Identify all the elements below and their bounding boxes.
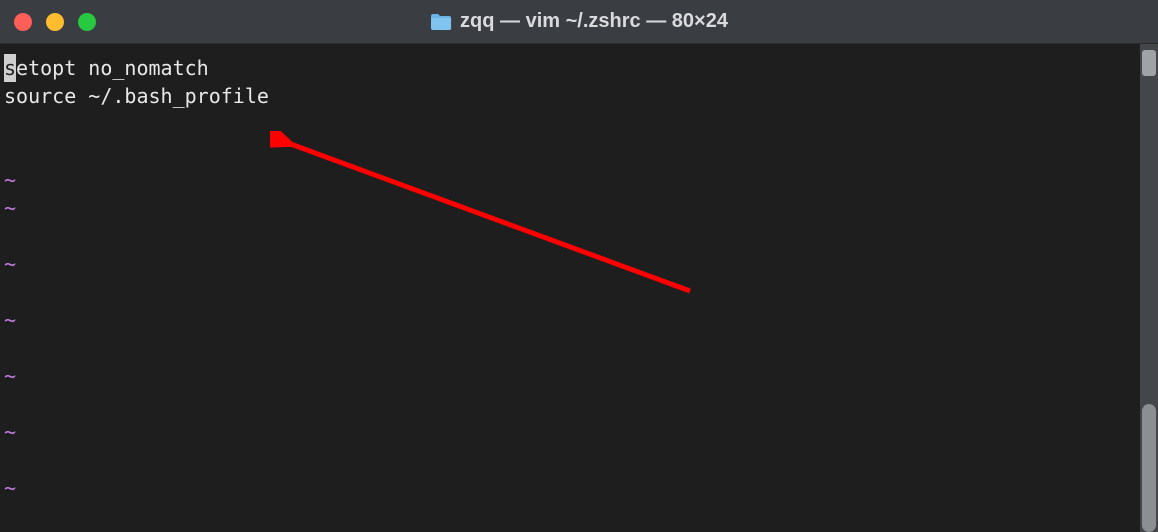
cursor-block: s [4, 54, 16, 82]
window-title: zqq — vim ~/.zshrc — 80×24 [430, 10, 728, 33]
vim-empty-tilde: ~ [4, 194, 1158, 222]
editor-empty-line [4, 110, 1158, 138]
editor-line-2: source ~/.bash_profile [4, 82, 1158, 110]
scrollbar-thumb[interactable] [1142, 404, 1156, 532]
folder-icon [430, 13, 452, 31]
maximize-window-button[interactable] [78, 13, 96, 31]
vim-empty-tilde: ~ [4, 362, 1158, 390]
traffic-lights [14, 13, 96, 31]
scrollbar-indicator-icon [1142, 50, 1156, 76]
editor-empty-line [4, 390, 1158, 418]
line1-text: etopt no_nomatch [16, 56, 209, 80]
vim-empty-tilde: ~ [4, 474, 1158, 502]
editor-empty-line [4, 278, 1158, 306]
editor-empty-line [4, 446, 1158, 474]
editor-empty-line [4, 222, 1158, 250]
editor-empty-line [4, 138, 1158, 166]
terminal-viewport[interactable]: setopt no_nomatch source ~/.bash_profile… [0, 44, 1158, 532]
minimize-window-button[interactable] [46, 13, 64, 31]
window-titlebar: zqq — vim ~/.zshrc — 80×24 [0, 0, 1158, 44]
editor-line-1: setopt no_nomatch [4, 54, 1158, 82]
vim-empty-tilde: ~ [4, 166, 1158, 194]
vim-empty-tilde: ~ [4, 418, 1158, 446]
line2-text: source ~/.bash_profile [4, 84, 269, 108]
window-title-text: zqq — vim ~/.zshrc — 80×24 [460, 10, 728, 33]
editor-empty-line [4, 334, 1158, 362]
vim-empty-tilde: ~ [4, 250, 1158, 278]
vim-empty-tilde: ~ [4, 306, 1158, 334]
close-window-button[interactable] [14, 13, 32, 31]
scrollbar-track[interactable] [1140, 44, 1158, 532]
